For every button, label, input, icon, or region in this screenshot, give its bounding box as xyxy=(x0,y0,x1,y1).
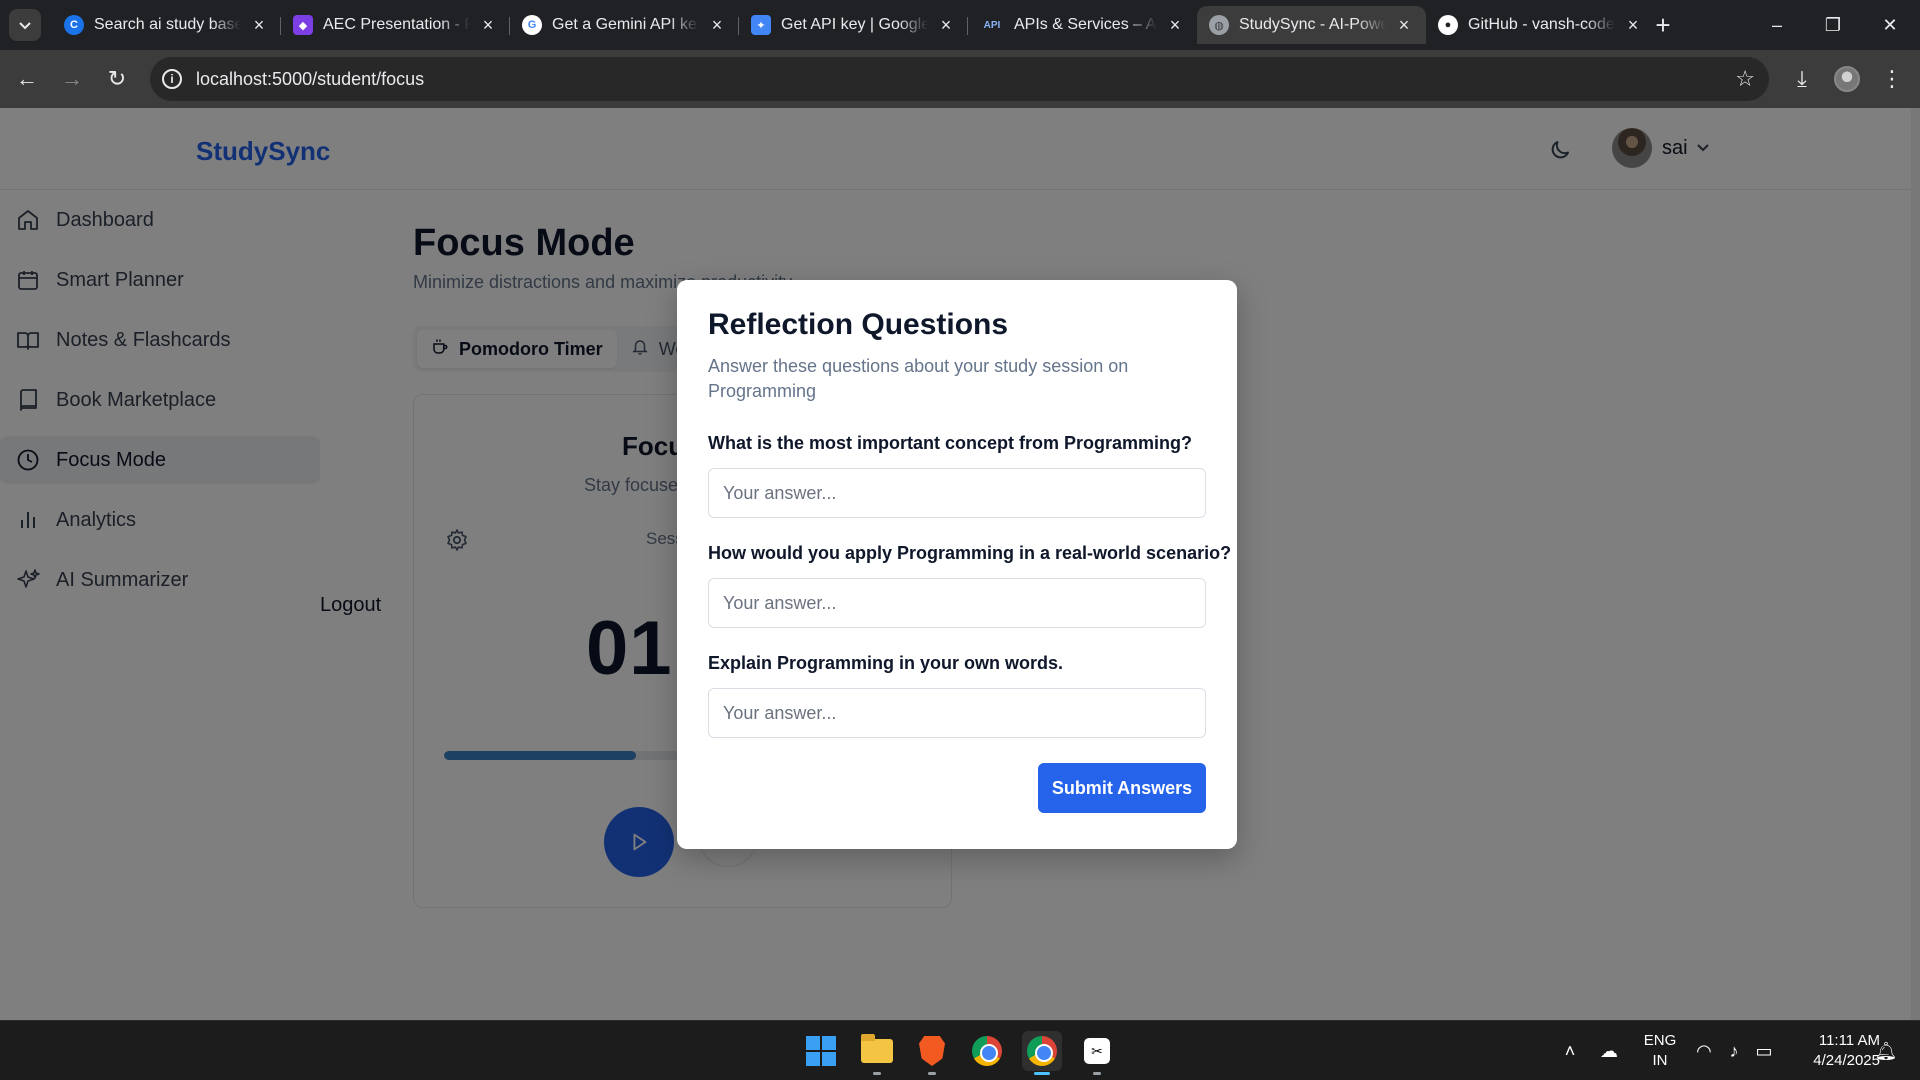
presentation-favicon-icon: ◆ xyxy=(293,15,313,35)
new-tab-button[interactable]: + xyxy=(1648,10,1678,40)
taskbar-capcut[interactable]: ✂ xyxy=(1077,1031,1117,1075)
url-text[interactable]: localhost:5000/student/focus xyxy=(196,69,424,90)
close-icon[interactable]: × xyxy=(478,15,498,35)
answer-input-2[interactable] xyxy=(708,578,1206,628)
browser-toolbar: ← → ↻ i localhost:5000/student/focus ☆ ⤓… xyxy=(0,50,1920,108)
chrome-icon xyxy=(972,1036,1002,1066)
tab-search-button[interactable] xyxy=(9,9,41,41)
clock-time: 11:11 AM xyxy=(1818,1032,1880,1049)
browser-tab[interactable]: G Get a Gemini API key × xyxy=(510,6,739,44)
question-label: What is the most important concept from … xyxy=(708,433,1193,453)
windows-taskbar: ✂ ˄ ☁ ENG IN ◠ ♪ ▭ 11:11 AM 4/24/2025 🔔︎ xyxy=(0,1020,1920,1080)
tab-title: Get a Gemini API key xyxy=(552,16,699,33)
tab-title: AEC Presentation - Pi xyxy=(323,16,470,33)
browser-tab-bar: C Search ai study based × ◆ AEC Presenta… xyxy=(0,0,1920,50)
browser-tab[interactable]: API APIs & Services – API × xyxy=(968,6,1197,44)
close-icon[interactable]: × xyxy=(249,15,269,35)
tab-title: APIs & Services – API xyxy=(1014,16,1157,33)
download-icon[interactable]: ⤓ xyxy=(1786,63,1818,95)
question-label: How would you apply Programming in a rea… xyxy=(708,543,1232,563)
browser-tab[interactable]: ✦ Get API key | Google × xyxy=(739,6,968,44)
tab-title: StudySync - AI-Powe xyxy=(1239,16,1386,33)
back-button[interactable]: ← xyxy=(11,63,43,95)
window-close-button[interactable]: ✕ xyxy=(1862,0,1918,50)
google-favicon-icon: G xyxy=(522,15,542,35)
browser-tab[interactable]: ● GitHub - vansh-code × xyxy=(1426,6,1655,44)
more-menu-icon[interactable]: ⋮ xyxy=(1876,63,1908,95)
taskbar-brave[interactable] xyxy=(912,1031,952,1075)
brave-icon xyxy=(919,1036,945,1066)
region-code: IN xyxy=(1652,1052,1668,1069)
notification-bell-icon[interactable]: 🔔︎ xyxy=(1874,1021,1898,1080)
windows-logo-icon xyxy=(806,1036,836,1066)
address-bar[interactable]: i localhost:5000/student/focus ☆ xyxy=(150,57,1769,101)
close-icon[interactable]: × xyxy=(1394,15,1414,35)
chrome-profile-icon xyxy=(1027,1036,1057,1066)
language-indicator[interactable]: ENG IN xyxy=(1640,1031,1680,1071)
google-ai-studio-favicon-icon: ✦ xyxy=(751,15,771,35)
tab-title: Search ai study based xyxy=(94,16,241,33)
submit-answers-button[interactable]: Submit Answers xyxy=(1038,763,1206,813)
globe-favicon-icon: ◍ xyxy=(1209,15,1229,35)
tab-title: GitHub - vansh-code xyxy=(1468,16,1615,33)
browser-tabs: C Search ai study based × ◆ AEC Presenta… xyxy=(52,6,1655,44)
reflection-questions-dialog: Reflection Questions Answer these questi… xyxy=(677,280,1237,849)
system-clock[interactable]: 11:11 AM 4/24/2025 xyxy=(1790,1031,1880,1071)
tray-overflow-chevron-icon[interactable]: ˄ xyxy=(1560,1021,1580,1080)
answer-input-1[interactable] xyxy=(708,468,1206,518)
taskbar-file-explorer[interactable] xyxy=(857,1031,897,1075)
capcut-icon: ✂ xyxy=(1084,1038,1110,1064)
dialog-title: Reflection Questions xyxy=(708,308,1009,341)
chevron-down-icon xyxy=(19,22,31,30)
forward-button[interactable]: → xyxy=(56,63,88,95)
browser-tab[interactable]: ◆ AEC Presentation - Pi × xyxy=(281,6,510,44)
taskbar-chrome[interactable] xyxy=(967,1031,1007,1071)
language-code: ENG xyxy=(1643,1032,1677,1049)
web-page: StudySync sai Dashboard Smart Planner No… xyxy=(0,108,1920,1020)
tab-title: Get API key | Google xyxy=(781,16,928,33)
restore-button[interactable]: ❐ xyxy=(1805,0,1861,50)
taskbar-chrome-profile[interactable] xyxy=(1022,1031,1062,1075)
perplexity-favicon-icon: C xyxy=(64,15,84,35)
wifi-icon[interactable]: ◠ xyxy=(1692,1021,1716,1080)
browser-tab[interactable]: C Search ai study based × xyxy=(52,6,281,44)
start-button[interactable] xyxy=(801,1031,841,1071)
close-icon[interactable]: × xyxy=(936,15,956,35)
battery-icon[interactable]: ▭ xyxy=(1752,1021,1776,1080)
minimize-button[interactable]: – xyxy=(1749,0,1805,50)
browser-tab-active[interactable]: ◍ StudySync - AI-Powe × xyxy=(1197,6,1426,44)
close-icon[interactable]: × xyxy=(1165,15,1185,35)
close-icon[interactable]: × xyxy=(707,15,727,35)
question-label: Explain Programming in your own words. xyxy=(708,653,1064,673)
bookmark-star-icon[interactable]: ☆ xyxy=(1735,66,1755,92)
close-icon[interactable]: × xyxy=(1623,15,1643,35)
reload-button[interactable]: ↻ xyxy=(101,63,133,95)
volume-icon[interactable]: ♪ xyxy=(1722,1021,1746,1080)
answer-input-3[interactable] xyxy=(708,688,1206,738)
api-favicon-icon: API xyxy=(983,19,1001,31)
clock-date: 4/24/2025 xyxy=(1813,1052,1880,1069)
profile-avatar xyxy=(1834,66,1860,92)
site-info-icon[interactable]: i xyxy=(162,69,182,89)
folder-icon xyxy=(861,1034,893,1063)
onedrive-icon[interactable]: ☁ xyxy=(1597,1021,1621,1080)
profile-button[interactable] xyxy=(1831,63,1863,95)
github-favicon-icon: ● xyxy=(1438,15,1458,35)
dialog-description: Answer these questions about your study … xyxy=(708,356,1129,401)
